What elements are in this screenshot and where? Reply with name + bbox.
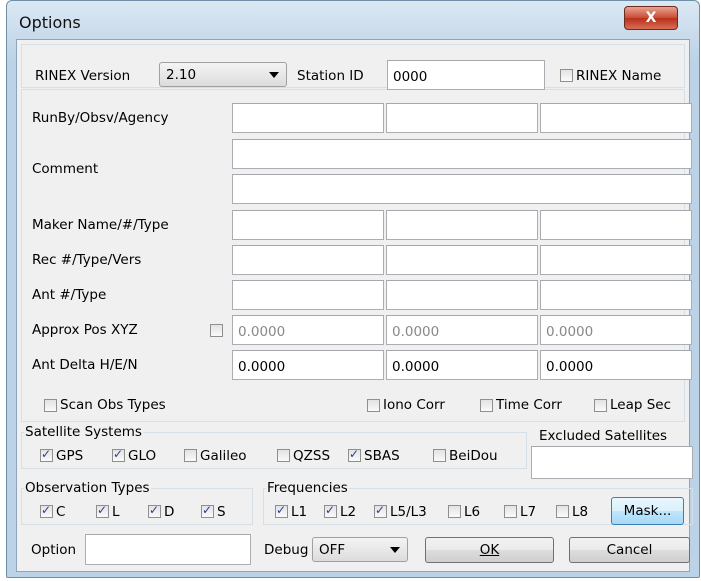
- approx-pos-label: Approx Pos XYZ: [32, 322, 138, 338]
- time-corr-checkbox[interactable]: [480, 399, 493, 412]
- freq-l6-checkbox[interactable]: [448, 505, 461, 518]
- iono-corr-checkbox[interactable]: [367, 399, 380, 412]
- gps-checkbox[interactable]: [40, 447, 53, 462]
- obs-c-checkbox[interactable]: [40, 503, 53, 518]
- leap-sec-checkbox[interactable]: [594, 399, 607, 412]
- agency-field[interactable]: [540, 103, 692, 133]
- comment-label: Comment: [32, 161, 99, 177]
- rec-number-field[interactable]: [232, 245, 384, 275]
- close-icon: X: [645, 10, 657, 26]
- obs-d-checkbox[interactable]: [148, 503, 161, 518]
- time-corr-label: Time Corr: [496, 397, 562, 413]
- comment-field-1[interactable]: [232, 139, 692, 169]
- maker-number-field[interactable]: [386, 210, 538, 240]
- qzss-checkbox[interactable]: [277, 449, 290, 462]
- freq-l2-label: L2: [340, 504, 357, 520]
- qzss-label: QZSS: [293, 448, 331, 464]
- approx-pos-z-field[interactable]: 0.0000: [540, 315, 692, 345]
- rinex-name-checkbox[interactable]: [560, 69, 573, 82]
- mask-button[interactable]: Mask...: [611, 497, 684, 525]
- obs-s-label: S: [217, 504, 226, 520]
- dialog-client-area: RINEX Version 2.10 Station ID 0000 RINEX…: [16, 39, 693, 572]
- beidou-label: BeiDou: [449, 448, 498, 464]
- galileo-checkbox[interactable]: [184, 449, 197, 462]
- rec-label: Rec #/Type/Vers: [32, 252, 142, 268]
- observation-types-title: Observation Types: [24, 480, 151, 496]
- sbas-label: SBAS: [364, 448, 400, 464]
- rec-type-field[interactable]: [386, 245, 538, 275]
- scan-obs-types-checkbox[interactable]: [44, 399, 57, 412]
- obs-s-checkbox[interactable]: [201, 503, 214, 518]
- ok-button[interactable]: OK: [425, 537, 554, 563]
- ant-delta-h-field[interactable]: 0.0000: [232, 350, 384, 380]
- rinex-version-label: RINEX Version: [35, 68, 131, 84]
- iono-corr-label: Iono Corr: [383, 397, 445, 413]
- comment-field-2[interactable]: [232, 174, 692, 204]
- frequencies-title: Frequencies: [266, 480, 349, 496]
- ant-delta-label: Ant Delta H/E/N: [32, 357, 138, 373]
- obs-c-label: C: [56, 504, 66, 520]
- obs-l-checkbox[interactable]: [96, 503, 109, 518]
- freq-l1-label: L1: [291, 504, 308, 520]
- rec-vers-field[interactable]: [540, 245, 692, 275]
- cancel-button-label: Cancel: [606, 542, 653, 558]
- galileo-label: Galileo: [200, 448, 247, 464]
- freq-l7-checkbox[interactable]: [504, 505, 517, 518]
- maker-label: Maker Name/#/Type: [32, 217, 169, 233]
- debug-value: OFF: [319, 542, 346, 558]
- ant-delta-n-field[interactable]: 0.0000: [540, 350, 692, 380]
- ant-number-field[interactable]: [232, 280, 384, 310]
- ant-type-field[interactable]: [386, 280, 538, 310]
- freq-l8-checkbox[interactable]: [556, 505, 569, 518]
- excluded-satellites-label: Excluded Satellites: [539, 428, 668, 444]
- runby-label: RunBy/Obsv/Agency: [32, 110, 169, 126]
- approx-pos-checkbox[interactable]: [210, 324, 223, 337]
- close-button[interactable]: X: [624, 6, 678, 30]
- excluded-satellites-field[interactable]: [531, 446, 693, 479]
- rinex-version-select[interactable]: 2.10: [159, 62, 287, 87]
- obsv-field[interactable]: [386, 103, 538, 133]
- maker-name-field[interactable]: [232, 210, 384, 240]
- approx-pos-x-field[interactable]: 0.0000: [232, 315, 384, 345]
- option-label: Option: [31, 542, 77, 558]
- freq-l8-label: L8: [572, 504, 589, 520]
- ant-label: Ant #/Type: [32, 287, 107, 303]
- title-bar[interactable]: Options X: [7, 1, 699, 32]
- freq-l7-label: L7: [520, 504, 537, 520]
- freq-l6-label: L6: [464, 504, 481, 520]
- station-id-field[interactable]: 0000: [387, 60, 545, 90]
- freq-l5-label: L5/L3: [390, 504, 427, 520]
- sbas-checkbox[interactable]: [348, 447, 361, 462]
- satellite-systems-title: Satellite Systems: [24, 424, 143, 440]
- dialog-title: Options: [19, 13, 81, 32]
- glo-checkbox[interactable]: [112, 447, 125, 462]
- cancel-button[interactable]: Cancel: [569, 537, 690, 563]
- approx-pos-y-field[interactable]: 0.0000: [386, 315, 538, 345]
- chevron-down-icon: [269, 72, 279, 78]
- rinex-version-value: 2.10: [166, 67, 197, 83]
- scan-obs-types-label: Scan Obs Types: [60, 397, 166, 413]
- ant-extra-field[interactable]: [540, 280, 692, 310]
- freq-l2-checkbox[interactable]: [324, 503, 337, 518]
- debug-label: Debug: [264, 542, 309, 558]
- glo-label: GLO: [128, 448, 157, 464]
- ant-delta-e-field[interactable]: 0.0000: [386, 350, 538, 380]
- obs-d-label: D: [164, 504, 175, 520]
- ok-button-label: OK: [479, 542, 500, 558]
- freq-l5-checkbox[interactable]: [374, 503, 387, 518]
- chevron-down-icon: [390, 547, 400, 553]
- options-dialog: Options X RINEX Version 2.10 Station ID …: [6, 0, 700, 578]
- gps-label: GPS: [56, 448, 84, 464]
- beidou-checkbox[interactable]: [433, 449, 446, 462]
- debug-select[interactable]: OFF: [312, 537, 408, 562]
- obs-l-label: L: [112, 504, 120, 520]
- maker-type-field[interactable]: [540, 210, 692, 240]
- leap-sec-label: Leap Sec: [610, 397, 672, 413]
- rinex-name-label: RINEX Name: [576, 68, 662, 84]
- freq-l1-checkbox[interactable]: [275, 503, 288, 518]
- station-id-label: Station ID: [297, 68, 364, 84]
- runby-field[interactable]: [232, 103, 384, 133]
- option-field[interactable]: [85, 534, 251, 565]
